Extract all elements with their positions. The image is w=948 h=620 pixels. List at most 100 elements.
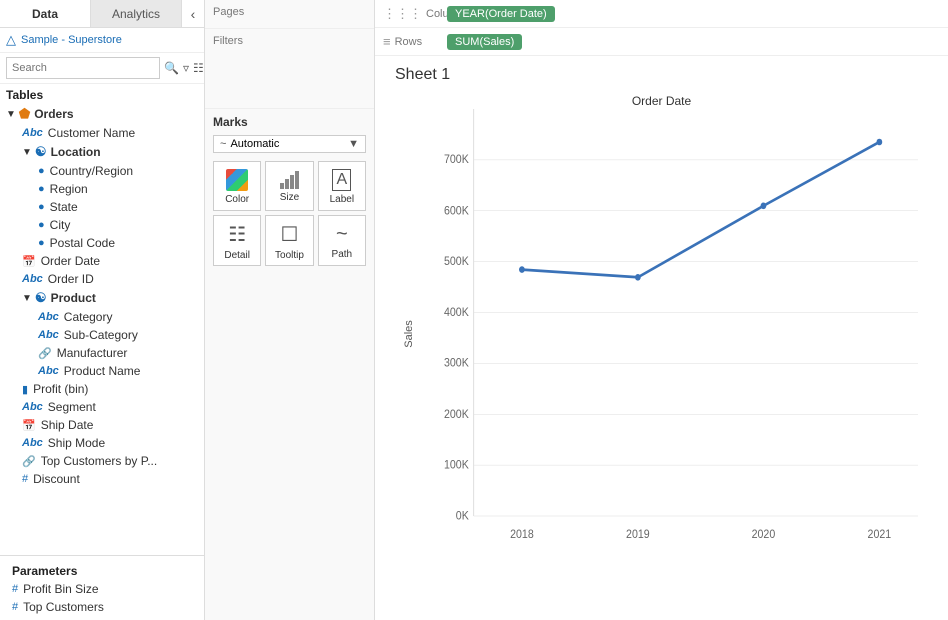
database-icon: △	[6, 32, 16, 48]
bar-chart-icon: ▮	[22, 383, 28, 396]
list-item[interactable]: Abc Segment	[0, 398, 204, 416]
svg-text:2021: 2021	[868, 528, 892, 541]
columns-pill[interactable]: YEAR(Order Date)	[447, 6, 555, 22]
filter-icon[interactable]: ▿	[183, 61, 189, 75]
list-item[interactable]: ▮ Profit (bin)	[0, 380, 204, 398]
list-item[interactable]: Abc Category	[0, 308, 204, 326]
param-label: Profit Bin Size	[23, 582, 98, 596]
pages-shelf: Pages	[205, 0, 374, 29]
list-item[interactable]: ● Postal Code	[0, 234, 204, 252]
tab-analytics[interactable]: Analytics	[91, 0, 182, 27]
list-item[interactable]: 📅 Ship Date	[0, 416, 204, 434]
list-item[interactable]: 🔗 Top Customers by P...	[0, 452, 204, 470]
orders-group-header[interactable]: ▼ ⬟ Orders	[0, 104, 204, 124]
list-item[interactable]: Abc Customer Name	[0, 124, 204, 142]
abc-icon: Abc	[38, 365, 59, 377]
product-expand-icon: ▼	[22, 293, 32, 304]
field-label: Customer Name	[48, 126, 135, 140]
list-item[interactable]: Abc Sub-Category	[0, 326, 204, 344]
list-item[interactable]: ● State	[0, 198, 204, 216]
field-label: Category	[64, 310, 113, 324]
list-item[interactable]: Abc Ship Mode	[0, 434, 204, 452]
field-label: Discount	[33, 472, 80, 486]
collapse-panel-button[interactable]: ‹	[182, 0, 204, 27]
orders-expand-icon: ▼	[6, 109, 16, 120]
detail-mark-button[interactable]: ☷ Detail	[213, 215, 261, 266]
size-icon	[280, 171, 299, 189]
list-item[interactable]: Abc Order ID	[0, 270, 204, 288]
field-label: Order Date	[41, 254, 100, 268]
columns-label: ⋮⋮⋮ Columns	[383, 6, 443, 22]
location-group-header[interactable]: ▼ ☯ Location	[0, 142, 204, 162]
tab-data[interactable]: Data	[0, 0, 91, 27]
field-label: Ship Mode	[48, 436, 105, 450]
product-group-icon: ☯	[35, 290, 47, 306]
rows-pill[interactable]: SUM(Sales)	[447, 34, 522, 50]
list-item[interactable]: 📅 Order Date	[0, 252, 204, 270]
list-item[interactable]: # Discount	[0, 470, 204, 488]
path-icon: ~	[336, 223, 348, 246]
svg-text:700K: 700K	[444, 153, 469, 166]
search-input[interactable]	[6, 57, 160, 79]
field-label: Segment	[48, 400, 96, 414]
parameters-header: Parameters	[6, 560, 198, 580]
search-icon[interactable]: 🔍	[164, 61, 179, 75]
color-mark-button[interactable]: Color	[213, 161, 261, 211]
color-label: Color	[225, 194, 249, 205]
hash-icon: #	[12, 583, 18, 595]
product-group-label: Product	[51, 291, 96, 305]
svg-text:600K: 600K	[444, 205, 469, 218]
product-group-header[interactable]: ▼ ☯ Product	[0, 288, 204, 308]
svg-text:2020: 2020	[752, 528, 776, 541]
size-mark-button[interactable]: Size	[265, 161, 313, 211]
tables-section-header: Tables	[0, 84, 204, 104]
search-row: 🔍 ▿ ☷	[0, 53, 204, 84]
data-source-row[interactable]: △ Sample - Superstore	[0, 28, 204, 53]
link-icon: 🔗	[38, 347, 52, 360]
rows-shelf: ≡ Rows SUM(Sales)	[375, 28, 948, 56]
field-label: City	[50, 218, 71, 232]
list-item[interactable]: ● Country/Region	[0, 162, 204, 180]
svg-text:300K: 300K	[444, 357, 469, 370]
location-expand-icon: ▼	[22, 147, 32, 158]
svg-text:200K: 200K	[444, 409, 469, 422]
geo-icon: ●	[38, 201, 45, 213]
list-item[interactable]: # Top Customers	[6, 598, 198, 616]
list-item[interactable]: 🔗 Manufacturer	[0, 344, 204, 362]
list-item[interactable]: Abc Product Name	[0, 362, 204, 380]
hash-icon: #	[22, 473, 28, 485]
dropdown-arrow-icon: ▼	[348, 138, 359, 150]
path-mark-button[interactable]: ~ Path	[318, 215, 366, 266]
filters-shelf: Filters	[205, 29, 374, 109]
abc-icon: Abc	[38, 329, 59, 341]
link-icon: 🔗	[22, 455, 36, 468]
tooltip-label: Tooltip	[275, 250, 304, 261]
detail-icon: ☷	[228, 222, 246, 247]
grid-view-icon[interactable]: ☷	[193, 61, 204, 75]
rows-label: ≡ Rows	[383, 34, 443, 49]
geo-icon: ●	[38, 165, 45, 177]
label-mark-button[interactable]: A Label	[318, 161, 366, 211]
parameters-section: Parameters # Profit Bin Size # Top Custo…	[0, 555, 204, 620]
tooltip-icon: ☐	[281, 222, 299, 247]
list-item[interactable]: ● City	[0, 216, 204, 234]
svg-text:400K: 400K	[444, 306, 469, 319]
list-item[interactable]: ● Region	[0, 180, 204, 198]
list-item[interactable]: # Profit Bin Size	[6, 580, 198, 598]
param-label: Top Customers	[23, 600, 104, 614]
right-panel: ⋮⋮⋮ Columns YEAR(Order Date) ≡ Rows SUM(…	[375, 0, 948, 620]
marks-type-dropdown[interactable]: ~ Automatic ▼	[213, 135, 366, 153]
svg-text:100K: 100K	[444, 459, 469, 472]
abc-icon: Abc	[22, 401, 43, 413]
tooltip-mark-button[interactable]: ☐ Tooltip	[265, 215, 313, 266]
location-group-icon: ☯	[35, 144, 47, 160]
fields-list: ▼ ⬟ Orders Abc Customer Name ▼ ☯ Locatio…	[0, 104, 204, 555]
label-label: Label	[330, 194, 354, 205]
geo-icon: ●	[38, 237, 45, 249]
marks-type-icon: ~	[220, 138, 226, 150]
size-label: Size	[280, 192, 299, 203]
abc-icon: Abc	[22, 127, 43, 139]
field-label: State	[50, 200, 78, 214]
chart-title: Sheet 1	[395, 66, 928, 84]
marks-section: Marks ~ Automatic ▼ Color	[205, 109, 374, 620]
